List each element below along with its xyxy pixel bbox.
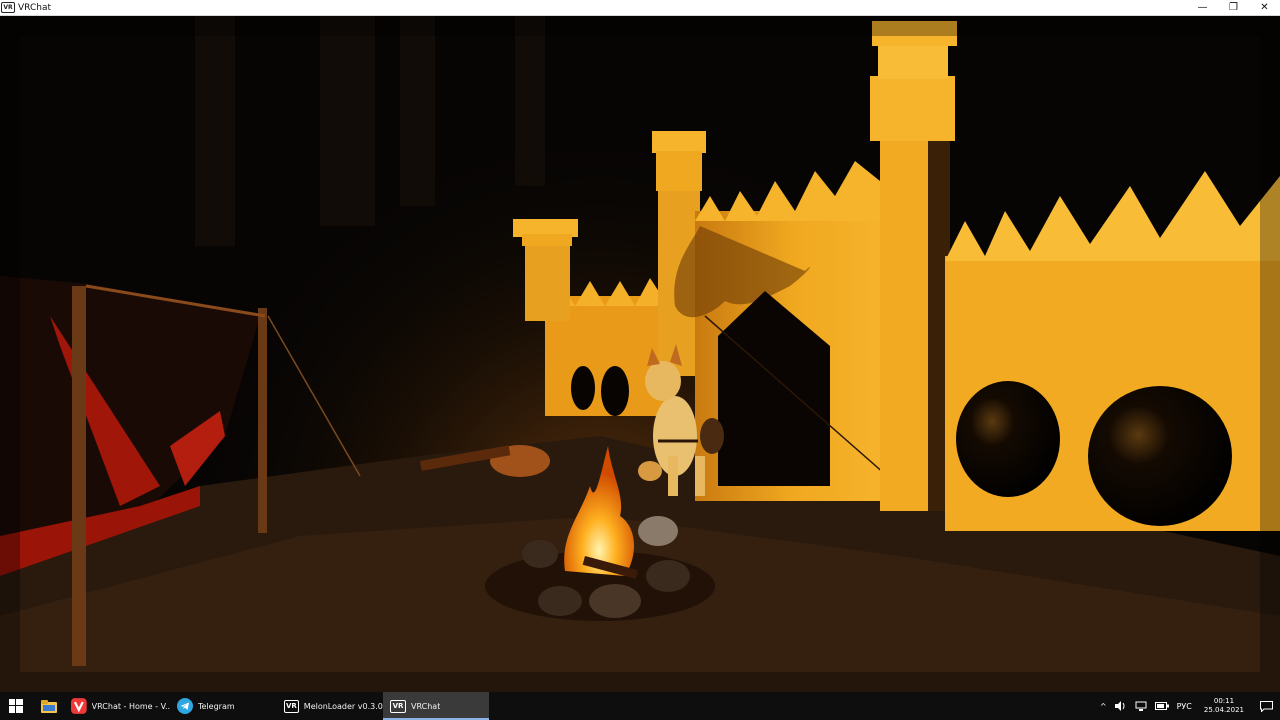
window-controls: — ❐ ✕ bbox=[1187, 0, 1280, 15]
taskbar-app-label: VRChat - Home - V... bbox=[91, 701, 171, 711]
castle-tower-tall bbox=[870, 21, 957, 511]
start-button[interactable] bbox=[0, 692, 32, 720]
taskbar-app-vrchat[interactable]: VR VRChat bbox=[383, 692, 489, 720]
window-title: VRChat bbox=[18, 2, 51, 13]
taskbar-app-melonloader[interactable]: VR MelonLoader v0.3.0... bbox=[277, 692, 383, 720]
windows-logo-icon bbox=[9, 699, 23, 713]
taskbar-app-label: Telegram bbox=[198, 701, 235, 711]
taskbar: VRChat - Home - V... Telegram VR MelonLo… bbox=[0, 692, 1280, 720]
file-explorer-button[interactable] bbox=[32, 692, 65, 720]
taskbar-app-label: MelonLoader v0.3.0... bbox=[303, 701, 383, 711]
vrchat-app-icon: VR bbox=[1, 2, 15, 13]
taskbar-app-telegram[interactable]: Telegram bbox=[171, 692, 277, 720]
telegram-icon bbox=[177, 698, 193, 714]
clock-date: 25.04.2021 bbox=[1203, 706, 1244, 714]
window-title-bar[interactable]: VR VRChat — ❐ ✕ bbox=[0, 0, 1280, 16]
close-button[interactable]: ✕ bbox=[1249, 0, 1280, 15]
wall-hole-2 bbox=[1088, 386, 1232, 526]
vivaldi-icon bbox=[71, 698, 87, 714]
notification-center-button[interactable] bbox=[1252, 692, 1280, 720]
game-viewport[interactable] bbox=[0, 16, 1280, 692]
system-tray: ^ РУС 00:11 25.04.2021 bbox=[1096, 692, 1280, 720]
folder-icon bbox=[40, 699, 57, 713]
taskbar-app-label: VRChat bbox=[411, 701, 441, 711]
network-icon[interactable] bbox=[1135, 701, 1147, 711]
clock-time: 00:11 bbox=[1213, 697, 1235, 705]
game-scene bbox=[0, 16, 1280, 692]
minimize-button[interactable]: — bbox=[1187, 0, 1218, 15]
vrchat-icon: VR bbox=[284, 699, 299, 713]
input-language[interactable]: РУС bbox=[1177, 702, 1192, 711]
battery-icon[interactable] bbox=[1154, 701, 1169, 711]
restore-button[interactable]: ❐ bbox=[1218, 0, 1249, 15]
notification-icon bbox=[1259, 700, 1273, 712]
tray-overflow-chevron-icon[interactable]: ^ bbox=[1100, 702, 1107, 711]
volume-icon[interactable] bbox=[1114, 701, 1127, 711]
clock[interactable]: 00:11 25.04.2021 bbox=[1204, 697, 1244, 715]
taskbar-app-vivaldi[interactable]: VRChat - Home - V... bbox=[65, 692, 171, 720]
vrchat-icon: VR bbox=[390, 699, 406, 713]
wall-hole-1 bbox=[956, 381, 1060, 497]
